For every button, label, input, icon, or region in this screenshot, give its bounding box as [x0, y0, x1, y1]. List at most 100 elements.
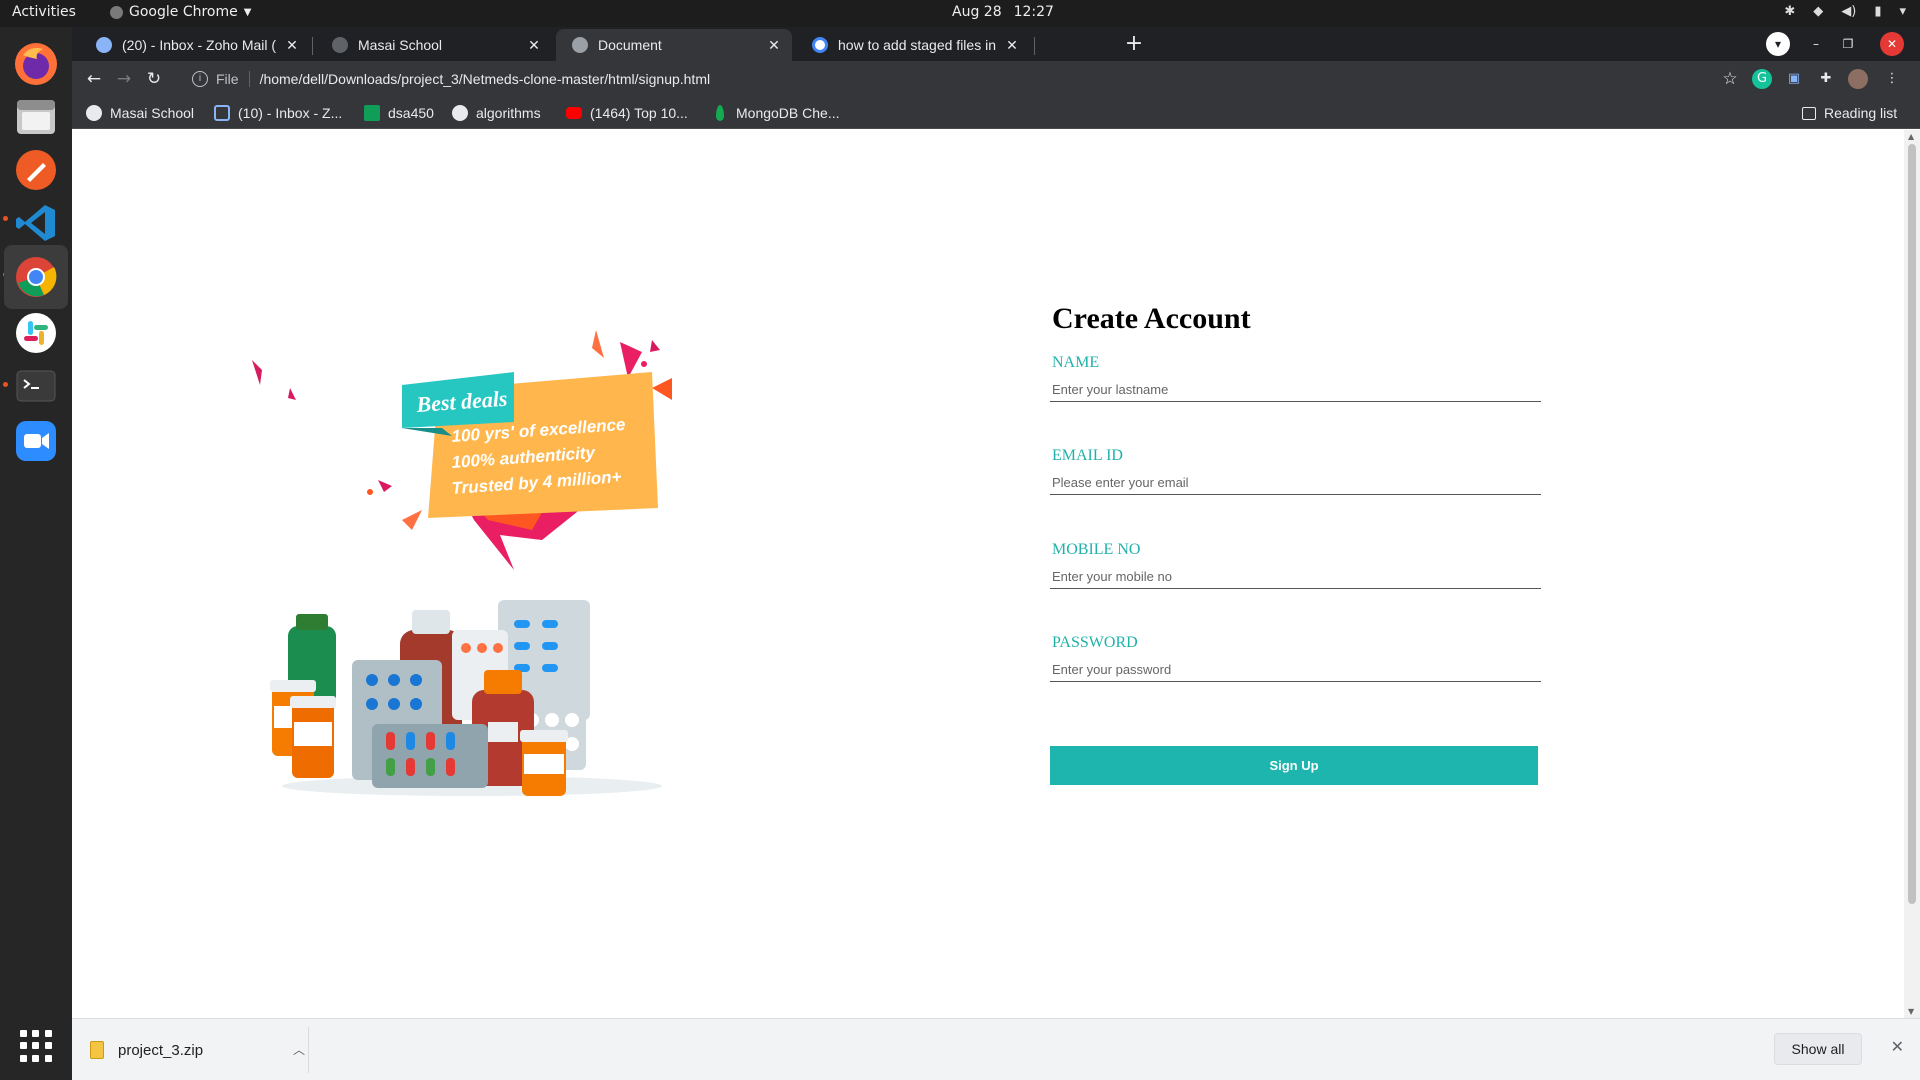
dock-postman[interactable] — [10, 144, 62, 196]
back-arrow-icon[interactable]: ← — [82, 67, 106, 91]
close-icon[interactable]: ✕ — [1004, 37, 1020, 54]
tab-title: Masai School — [358, 37, 443, 53]
bookmark-label: algorithms — [476, 105, 541, 121]
tab-divider — [1034, 37, 1035, 55]
bookmark-mongodb[interactable]: MongoDB Che... — [712, 103, 840, 123]
mail-icon — [96, 37, 112, 53]
activities-button[interactable]: Activities — [12, 4, 76, 20]
reading-list-button[interactable]: Reading list — [1802, 103, 1897, 123]
tab-zoho-mail[interactable]: (20) - Inbox - Zoho Mail (pr ✕ — [80, 29, 310, 61]
clock[interactable]: Aug 28 12:27 — [952, 4, 1066, 20]
download-item[interactable]: project_3.zip ︿ — [90, 1031, 305, 1069]
firefox-icon — [15, 43, 57, 85]
dock — [0, 27, 72, 1080]
forward-arrow-icon[interactable]: → — [112, 67, 136, 91]
dock-zoom[interactable] — [10, 415, 62, 467]
minimize-button[interactable]: – — [1804, 32, 1828, 56]
system-menu-caret-icon: ▾ — [1899, 4, 1906, 19]
email-field-group: EMAIL ID — [1050, 447, 1541, 495]
system-tray[interactable]: ✱ ◆ ◀) ▮ ▾ — [1784, 4, 1906, 19]
tab-strip: (20) - Inbox - Zoho Mail (pr ✕ Masai Sch… — [72, 27, 1920, 61]
app-menu-label: Google Chrome — [129, 4, 238, 20]
tab-title: Document — [598, 37, 662, 53]
info-icon[interactable]: i — [192, 71, 208, 87]
bookmark-label: dsa450 — [388, 105, 434, 121]
dock-slack[interactable] — [10, 307, 62, 359]
kebab-menu-icon[interactable]: ⋮ — [1882, 69, 1902, 89]
tab-divider — [312, 37, 313, 55]
dock-vscode[interactable] — [10, 197, 62, 249]
bookmark-masai-school[interactable]: Masai School — [86, 103, 194, 123]
volume-icon: ◀) — [1841, 4, 1857, 19]
chevron-up-icon[interactable]: ︿ — [293, 1041, 305, 1058]
clock-time: 12:27 — [1013, 4, 1054, 20]
new-tab-button[interactable]: + — [1120, 30, 1148, 58]
bookmark-youtube[interactable]: (1464) Top 10... — [566, 103, 688, 123]
app-menu[interactable]: Google Chrome ▼ — [110, 4, 251, 20]
download-file-name: project_3.zip — [118, 1041, 204, 1059]
running-indicator — [3, 382, 8, 387]
scroll-down-arrow-icon[interactable]: ▼ — [1908, 1007, 1914, 1016]
bookmark-label: Masai School — [110, 105, 195, 121]
close-icon[interactable]: ✕ — [766, 37, 782, 54]
bookmark-dsa450[interactable]: dsa450 — [364, 103, 434, 123]
tab-search-icon[interactable]: ▾ — [1766, 32, 1790, 56]
bookmark-label: MongoDB Che... — [736, 105, 840, 121]
mail-icon — [214, 105, 230, 121]
page-viewport: Best deals 100 yrs' of excellence 100% a… — [72, 130, 1920, 1018]
scrollbar-thumb[interactable] — [1908, 144, 1916, 904]
reading-list-label: Reading list — [1824, 105, 1898, 121]
dock-firefox[interactable] — [10, 38, 62, 90]
masai-icon — [86, 105, 102, 121]
mongodb-leaf-icon — [716, 105, 724, 121]
mobile-label: MOBILE NO — [1052, 541, 1141, 558]
password-input[interactable] — [1050, 658, 1541, 682]
password-label: PASSWORD — [1052, 634, 1138, 651]
github-icon — [452, 105, 468, 121]
profile-avatar[interactable] — [1848, 69, 1868, 89]
tab-title: (20) - Inbox - Zoho Mail (pr — [122, 37, 276, 53]
dock-files[interactable] — [10, 91, 62, 143]
bookmark-label: (1464) Top 10... — [590, 105, 688, 121]
page-scrollbar[interactable]: ▲ ▼ — [1904, 130, 1920, 1018]
tab-document[interactable]: Document ✕ — [556, 29, 792, 61]
close-icon[interactable]: ✕ — [526, 37, 542, 54]
globe-icon — [572, 37, 588, 53]
system-top-bar: Activities Google Chrome ▼ Aug 28 12:27 ✱… — [0, 0, 1920, 27]
restore-button[interactable]: ❐ — [1836, 32, 1860, 56]
tab-google-search[interactable]: how to add staged files in ✕ — [796, 29, 1030, 61]
mobile-input[interactable] — [1050, 565, 1541, 589]
bookmark-zoho-inbox[interactable]: (10) - Inbox - Z... — [214, 103, 342, 123]
screen-capture-icon[interactable]: ▣ — [1784, 69, 1804, 89]
sign-up-button[interactable]: Sign Up — [1050, 746, 1538, 785]
scroll-up-arrow-icon[interactable]: ▲ — [1908, 132, 1914, 141]
close-window-button[interactable]: ✕ — [1880, 32, 1904, 56]
bookmark-algorithms[interactable]: algorithms — [452, 103, 541, 123]
vscode-icon — [16, 205, 55, 241]
youtube-icon — [566, 107, 582, 119]
email-label: EMAIL ID — [1052, 447, 1123, 464]
extensions-puzzle-icon[interactable]: ✚ — [1816, 69, 1836, 89]
address-bar[interactable]: i File /home/dell/Downloads/project_3/Ne… — [184, 65, 1784, 93]
wifi-icon: ◆ — [1813, 4, 1824, 19]
tab-masai-school[interactable]: Masai School ✕ — [316, 29, 552, 61]
dock-chrome[interactable] — [4, 245, 68, 309]
show-applications-icon[interactable] — [20, 1030, 52, 1062]
running-indicator — [3, 216, 8, 221]
postman-icon — [16, 150, 56, 190]
url-text[interactable]: /home/dell/Downloads/project_3/Netmeds-c… — [260, 71, 711, 87]
close-icon[interactable]: ✕ — [1891, 1037, 1904, 1056]
name-label: NAME — [1052, 354, 1100, 371]
reload-icon[interactable]: ↻ — [142, 67, 166, 91]
mobile-field-group: MOBILE NO — [1050, 541, 1541, 589]
close-icon[interactable]: ✕ — [284, 37, 300, 54]
files-icon — [17, 100, 55, 134]
bookmark-star-icon[interactable]: ☆ — [1718, 67, 1742, 91]
grammarly-icon[interactable]: G — [1752, 69, 1772, 89]
show-all-button[interactable]: Show all — [1774, 1033, 1862, 1065]
reading-list-icon — [1802, 106, 1816, 120]
tab-title: how to add staged files in — [838, 37, 996, 53]
email-input[interactable] — [1050, 471, 1541, 495]
name-input[interactable] — [1050, 378, 1541, 402]
dock-terminal[interactable] — [10, 360, 62, 412]
